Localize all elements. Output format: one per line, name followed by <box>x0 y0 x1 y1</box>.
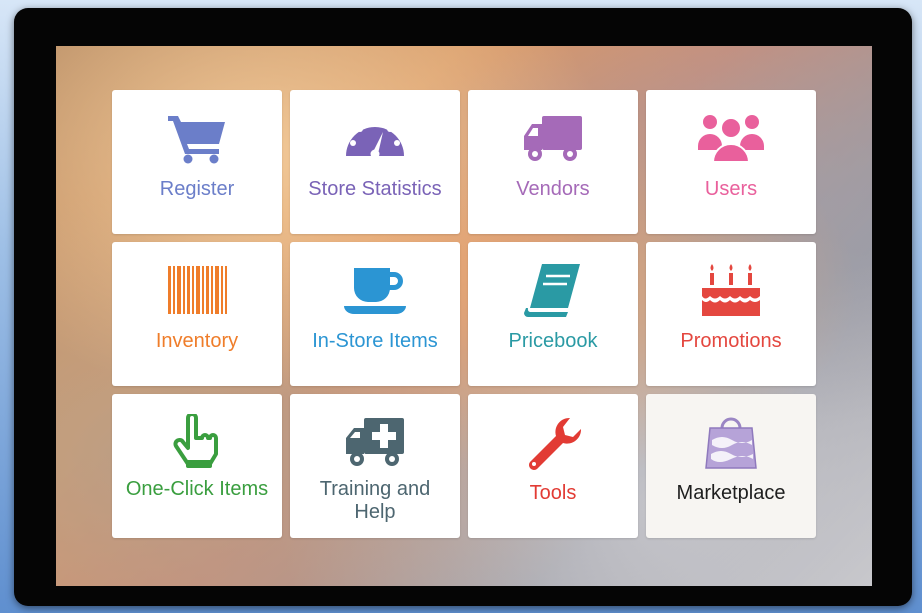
register-label: Register <box>159 178 235 200</box>
coffee-cup-icon <box>342 262 408 318</box>
marketplace-label: Marketplace <box>676 482 786 504</box>
one-click-items-tile[interactable]: One-Click Items <box>112 394 282 538</box>
vendors-tile[interactable]: Vendors <box>468 90 638 234</box>
app-launcher-grid: Register Store Statistics Vendors Users … <box>112 90 816 538</box>
users-tile[interactable]: Users <box>646 90 816 234</box>
training-and-help-label: Training and Help <box>319 478 431 523</box>
in-store-items-label: In-Store Items <box>312 330 438 352</box>
speedometer-icon <box>342 110 408 166</box>
tablet-frame: Register Store Statistics Vendors Users … <box>14 8 912 606</box>
shopping-cart-icon <box>164 110 230 166</box>
tools-label: Tools <box>529 482 577 504</box>
barcode-icon <box>164 262 230 318</box>
pointing-hand-icon <box>164 414 230 470</box>
book-icon <box>520 262 586 318</box>
promotions-label: Promotions <box>680 330 782 352</box>
home-screen: Register Store Statistics Vendors Users … <box>56 46 872 586</box>
pricebook-label: Pricebook <box>508 330 598 352</box>
wrench-icon <box>520 414 586 470</box>
one-click-items-label: One-Click Items <box>125 478 269 500</box>
ambulance-icon <box>342 414 408 470</box>
inventory-tile[interactable]: Inventory <box>112 242 282 386</box>
training-and-help-tile[interactable]: Training and Help <box>290 394 460 538</box>
users-group-icon <box>698 110 764 166</box>
shopping-bag-icon <box>698 414 764 470</box>
store-statistics-label: Store Statistics <box>308 178 442 200</box>
inventory-label: Inventory <box>155 330 239 352</box>
marketplace-tile[interactable]: Marketplace <box>646 394 816 538</box>
pricebook-tile[interactable]: Pricebook <box>468 242 638 386</box>
delivery-truck-icon <box>520 110 586 166</box>
promotions-tile[interactable]: Promotions <box>646 242 816 386</box>
store-statistics-tile[interactable]: Store Statistics <box>290 90 460 234</box>
vendors-label: Vendors <box>516 178 590 200</box>
register-tile[interactable]: Register <box>112 90 282 234</box>
birthday-cake-icon <box>698 262 764 318</box>
tools-tile[interactable]: Tools <box>468 394 638 538</box>
users-label: Users <box>704 178 758 200</box>
in-store-items-tile[interactable]: In-Store Items <box>290 242 460 386</box>
